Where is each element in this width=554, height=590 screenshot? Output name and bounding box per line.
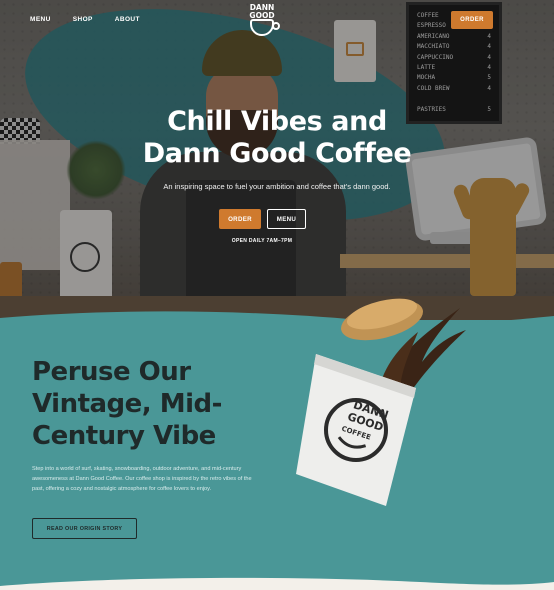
- brand-logo[interactable]: DANN GOOD: [244, 2, 282, 38]
- splash-cup-illustration: DANN GOOD COFFEE: [296, 298, 466, 506]
- nav-about-link[interactable]: ABOUT: [115, 16, 140, 23]
- hero-cta-group: ORDER MENU: [219, 209, 306, 229]
- about-body: Step into a world of surf, skating, snow…: [32, 466, 252, 492]
- origin-story-button[interactable]: READ OUR ORIGIN STORY: [32, 518, 137, 539]
- opening-hours: OPEN DAILY 7AM–7PM: [231, 238, 293, 244]
- logo-wordmark: DANN GOOD: [249, 3, 275, 20]
- wave-divider-bottom: [0, 577, 554, 590]
- hero-section: COFFEE3 ESPRESSO3 AMERICANO4 MACCHIATO4 …: [0, 0, 554, 320]
- main-nav: MENU SHOP ABOUT: [30, 16, 140, 23]
- cup-icon: [250, 19, 274, 36]
- hero-subtitle: An inspiring space to fuel your ambition…: [163, 182, 391, 191]
- cup-handle-icon: [272, 22, 280, 30]
- wave-divider-top: [0, 311, 554, 336]
- nav-shop-link[interactable]: SHOP: [73, 16, 93, 23]
- nav-order-button[interactable]: ORDER: [451, 11, 493, 29]
- hero-title: Chill Vibes and Dann Good Coffee: [142, 106, 412, 169]
- nav-menu-link[interactable]: MENU: [30, 16, 51, 23]
- about-title: Peruse Our Vintage, Mid- Century Vibe: [32, 357, 222, 451]
- hero-order-button[interactable]: ORDER: [219, 209, 261, 229]
- hero-menu-button[interactable]: MENU: [267, 209, 306, 229]
